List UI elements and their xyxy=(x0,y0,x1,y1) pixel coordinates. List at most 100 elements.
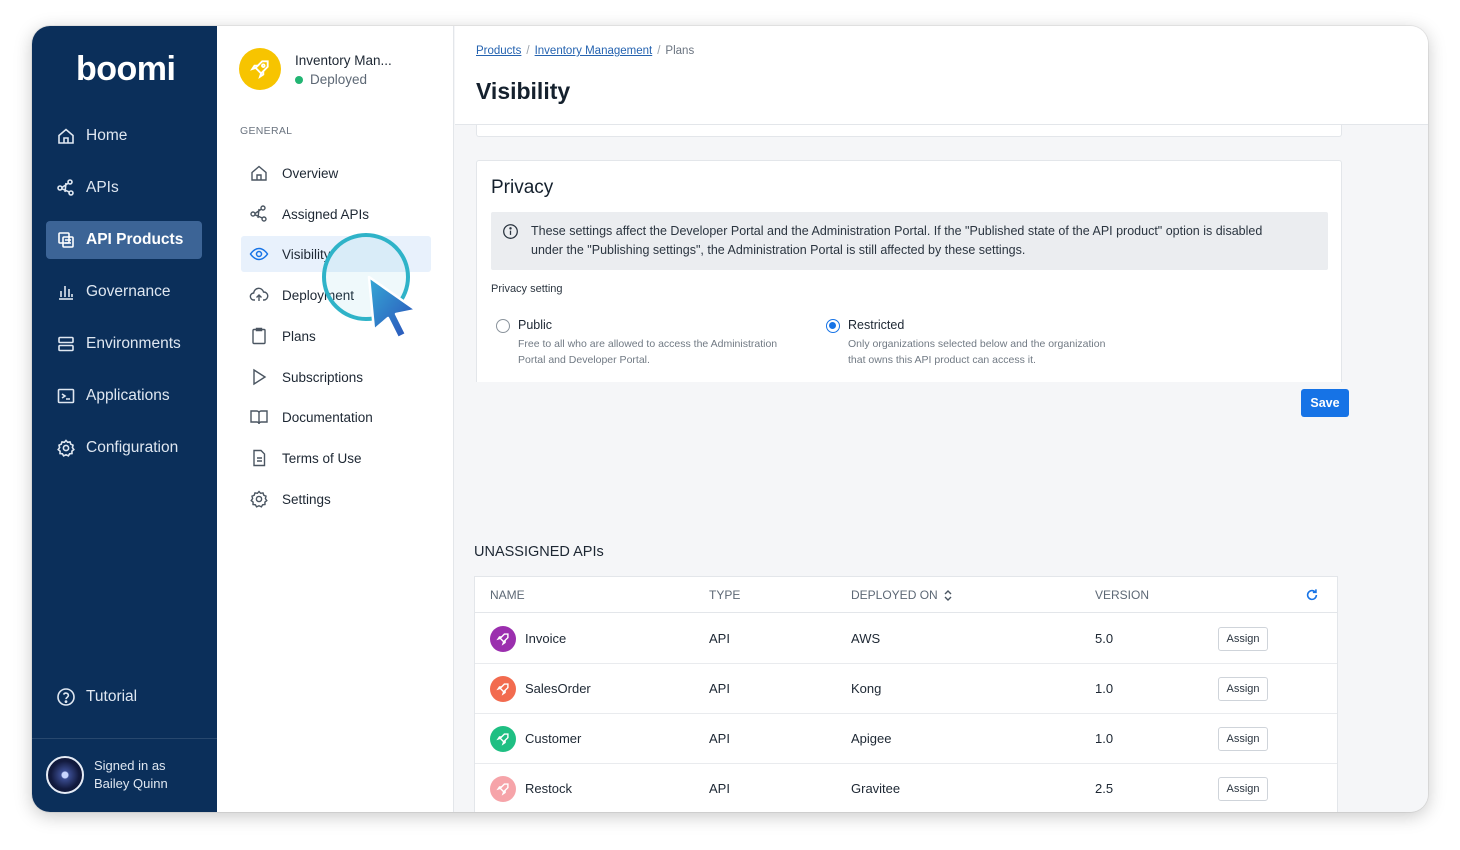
subnav-label: Terms of Use xyxy=(282,450,362,466)
info-text-line1: These settings affect the Developer Port… xyxy=(531,224,1263,238)
assign-button[interactable]: Assign xyxy=(1218,777,1268,801)
status-dot xyxy=(295,75,303,84)
rocket-icon xyxy=(496,683,509,696)
info-icon xyxy=(503,224,518,239)
eye-icon xyxy=(249,247,269,261)
signed-in-user[interactable]: Signed in as Bailey Quinn xyxy=(46,756,168,794)
table-row: SalesOrder API Kong 1.0 Assign xyxy=(475,664,1337,714)
nav-item-tutorial[interactable]: Tutorial xyxy=(46,678,202,716)
gear-icon xyxy=(57,439,75,457)
play-icon xyxy=(253,368,267,386)
applications-icon xyxy=(57,388,75,404)
privacy-title: Privacy xyxy=(491,177,554,198)
api-icon-badge xyxy=(490,626,516,652)
column-name[interactable]: NAME xyxy=(490,588,525,602)
rocket-icon xyxy=(496,733,509,746)
api-deployed-on: Apigee xyxy=(851,731,892,746)
api-type: API xyxy=(709,631,730,646)
radio-restricted[interactable]: Restricted Only organizations selected b… xyxy=(826,318,1128,368)
api-icon xyxy=(250,205,267,222)
api-type: API xyxy=(709,731,730,746)
api-name: Customer xyxy=(525,731,582,746)
previous-card-edge xyxy=(476,125,1342,137)
subnav-item-settings[interactable]: Settings xyxy=(241,481,431,517)
table-row: Restock API Gravitee 2.5 Assign xyxy=(475,764,1337,812)
nav-item-api-products[interactable]: API Products xyxy=(46,221,202,259)
sort-icon[interactable] xyxy=(943,589,953,602)
breadcrumb-inventory-management[interactable]: Inventory Management xyxy=(535,45,653,57)
assign-button[interactable]: Assign xyxy=(1218,677,1268,701)
boomi-logo: boomi xyxy=(76,50,176,88)
api-deployed-on: Kong xyxy=(851,681,882,696)
nav-item-governance[interactable]: Governance xyxy=(46,273,202,311)
product-icon xyxy=(239,48,281,90)
radio-restricted-desc-line1: Only organizations selected below and th… xyxy=(848,338,1106,350)
subnav-item-assigned-apis[interactable]: Assigned APIs xyxy=(241,196,431,232)
api-icon xyxy=(57,179,74,196)
save-button[interactable]: Save xyxy=(1301,389,1349,417)
radio-public-description: Free to all who are allowed to access th… xyxy=(518,336,798,368)
signed-in-label: Signed in as xyxy=(94,758,166,773)
privacy-card: Privacy These settings affect the Develo… xyxy=(476,160,1342,382)
divider xyxy=(32,738,217,739)
environments-icon xyxy=(58,336,74,352)
subnav-label: Plans xyxy=(282,328,316,344)
nav-item-environments[interactable]: Environments xyxy=(46,325,202,363)
assign-button[interactable]: Assign xyxy=(1218,727,1268,751)
nav-item-label: Home xyxy=(86,127,128,144)
radio-public-circle[interactable] xyxy=(496,319,510,333)
radio-restricted-desc-line2: that owns this API product can access it… xyxy=(848,354,1036,366)
radio-restricted-description: Only organizations selected below and th… xyxy=(848,336,1128,368)
radio-public-desc-line1: Free to all who are allowed to access th… xyxy=(518,338,778,350)
home-icon xyxy=(58,128,74,144)
column-type[interactable]: TYPE xyxy=(709,588,740,602)
breadcrumb-products[interactable]: Products xyxy=(476,45,521,57)
radio-restricted-circle[interactable] xyxy=(826,319,840,333)
nav-item-home[interactable]: Home xyxy=(46,117,202,155)
rocket-icon xyxy=(250,60,269,79)
subnav-item-overview[interactable]: Overview xyxy=(241,155,431,191)
nav-item-label: APIs xyxy=(86,179,119,196)
api-name: Restock xyxy=(525,781,572,796)
rocket-icon xyxy=(496,783,509,796)
assign-button[interactable]: Assign xyxy=(1218,627,1268,651)
subnav-label: Assigned APIs xyxy=(282,206,370,222)
status-label: Deployed xyxy=(310,72,368,87)
api-deployed-on: AWS xyxy=(851,631,881,646)
gear-icon xyxy=(250,490,268,508)
table-header: NAME TYPE DEPLOYED ON VERSION xyxy=(475,577,1337,613)
api-version: 1.0 xyxy=(1095,731,1114,746)
column-version[interactable]: VERSION xyxy=(1095,588,1149,602)
unassigned-apis-table: NAME TYPE DEPLOYED ON VERSION Invoice AP… xyxy=(474,576,1338,812)
page-header: Products / Inventory Management / Plans Visi… xyxy=(455,26,1428,125)
info-text-line2: under the "Publishing settings", the Adm… xyxy=(531,243,1026,257)
radio-public-desc-line2: Portal and Developer Portal. xyxy=(518,354,650,366)
info-banner: These settings affect the Developer Port… xyxy=(491,212,1328,270)
product-name: Inventory Man... xyxy=(295,53,392,68)
table-row: Invoice API AWS 5.0 Assign xyxy=(475,614,1337,664)
subnav-item-terms-of-use[interactable]: Terms of Use xyxy=(241,440,431,476)
radio-public-label: Public xyxy=(518,318,553,332)
column-deployed-on[interactable]: DEPLOYED ON xyxy=(851,588,938,602)
nav-item-label: Governance xyxy=(86,283,171,300)
subnav-label: Subscriptions xyxy=(282,369,364,385)
nav-item-applications[interactable]: Applications xyxy=(46,377,202,415)
breadcrumb-plans: Plans xyxy=(665,45,695,57)
table-row: Customer API Apigee 1.0 Assign xyxy=(475,714,1337,764)
radio-public[interactable]: Public Free to all who are allowed to ac… xyxy=(496,318,798,368)
rocket-icon xyxy=(496,633,509,646)
subnav-item-subscriptions[interactable]: Subscriptions xyxy=(241,359,431,395)
help-icon xyxy=(57,688,75,706)
app-window: boomi Home APIs API Products Governance … xyxy=(32,26,1428,812)
api-name: SalesOrder xyxy=(525,681,591,696)
subnav-label: Documentation xyxy=(282,409,373,425)
api-version: 2.5 xyxy=(1095,781,1114,796)
refresh-icon[interactable] xyxy=(1305,588,1319,602)
subnav-label: Settings xyxy=(282,491,331,507)
nav-item-configuration[interactable]: Configuration xyxy=(46,429,202,467)
subnav-item-documentation[interactable]: Documentation xyxy=(241,399,431,435)
nav-item-apis[interactable]: APIs xyxy=(46,169,202,207)
unassigned-apis-title: UNASSIGNED APIs xyxy=(474,544,604,560)
document-icon xyxy=(253,449,266,467)
breadcrumb: Products / Inventory Management / Plans xyxy=(476,45,694,57)
